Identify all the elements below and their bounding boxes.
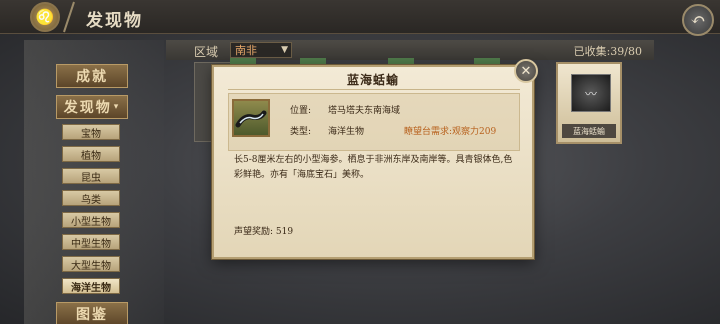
back-arrow-icon[interactable]: ↶ xyxy=(682,4,714,36)
divider-slash xyxy=(63,1,75,33)
sub-item-large-creatures[interactable]: 大型生物 xyxy=(62,256,120,272)
sub-item-plants[interactable]: 植物 xyxy=(62,146,120,162)
discovery-card[interactable]: 〰 蓝海蛞蝓 xyxy=(556,62,622,144)
sub-item-birds[interactable]: 鸟类 xyxy=(62,190,120,206)
sub-item-small-creatures[interactable]: 小型生物 xyxy=(62,212,120,228)
card-label: 蓝海蛞蝓 xyxy=(562,124,616,138)
close-icon[interactable]: ✕ xyxy=(514,59,538,83)
type-key: 类型: xyxy=(290,127,312,137)
collected-count: 已收集:39/80 xyxy=(573,45,642,58)
description: 长5-8厘米左右的小型海参。栖息于非洲东岸及南岸等。具青银体色,色彩鲜艳。亦有「… xyxy=(234,155,513,180)
menu-encyclopedia[interactable]: 图鉴 xyxy=(56,302,128,324)
dialog-title: 蓝海蛞蝓 xyxy=(346,73,399,87)
filter-bar: 区域 南非 ▼ 已收集:39/80 xyxy=(166,40,654,60)
chevron-down-icon: ▾ xyxy=(113,102,121,112)
lion-emblem-icon: ♌ xyxy=(30,2,60,32)
top-bar: ♌ 发现物 ↶ xyxy=(0,0,720,36)
menu-discoveries-label: 发现物 xyxy=(63,100,112,116)
menu-discoveries[interactable]: 发现物 ▾ xyxy=(56,95,128,119)
region-label: 区域 xyxy=(194,45,219,59)
info-box xyxy=(228,93,520,151)
discovery-detail-dialog: 蓝海蛞蝓 ✕ 位置: 塔马塔夫东南海域 类型: 海洋生物 瞭望台需求:观察力20… xyxy=(212,59,538,259)
sub-item-medium-creatures[interactable]: 中型生物 xyxy=(62,234,120,250)
location-value: 塔马塔夫东南海域 xyxy=(328,106,401,116)
sea-slug-icon: 〰 xyxy=(571,74,611,112)
sea-slug-icon xyxy=(232,99,270,137)
location-key: 位置: xyxy=(290,106,312,116)
sub-item-treasure[interactable]: 宝物 xyxy=(62,124,120,140)
reward-text: 声望奖励: 519 xyxy=(234,227,294,237)
type-value: 海洋生物 xyxy=(328,127,365,137)
page-title: 发现物 xyxy=(86,11,143,31)
region-dropdown[interactable]: 南非 ▼ xyxy=(230,42,292,58)
sub-item-marine-creatures[interactable]: 海洋生物 xyxy=(62,278,120,294)
menu-achievements[interactable]: 成就 xyxy=(56,64,128,88)
requirement-text: 瞭望台需求:观察力209 xyxy=(404,127,497,137)
region-value: 南非 xyxy=(235,44,257,57)
chevron-down-icon: ▼ xyxy=(281,45,288,55)
divider xyxy=(228,89,520,90)
sub-item-insects[interactable]: 昆虫 xyxy=(62,168,120,184)
